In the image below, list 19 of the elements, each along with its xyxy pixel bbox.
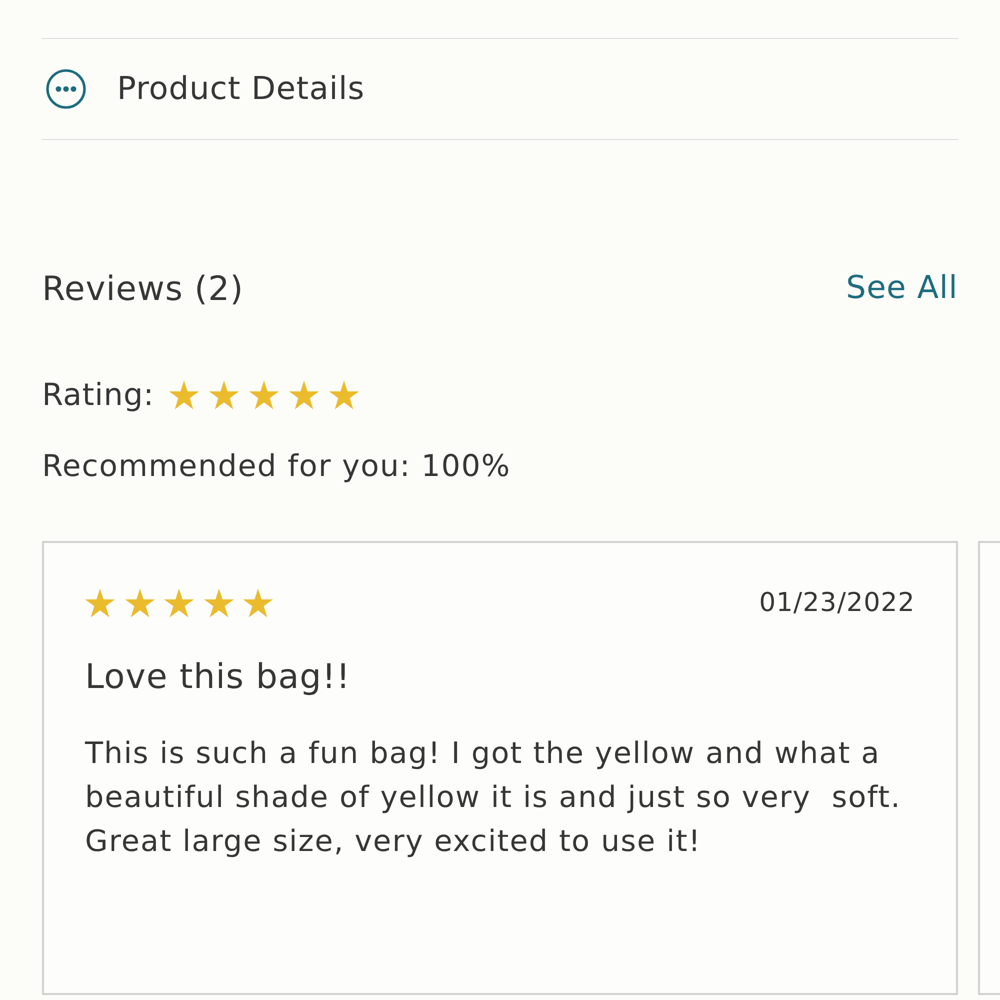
review-text: This is such a fun bag! I got the yellow and what a beautiful shade of yellow it is and just so very soft. Great large size, very excited to use it! bbox=[85, 735, 902, 860]
review-title: Love this bag!! bbox=[85, 657, 351, 697]
see-all-link[interactable]: See All bbox=[846, 270, 958, 306]
ellipsis-circle-icon bbox=[46, 69, 86, 109]
product-details-button[interactable]: Product Details bbox=[42, 39, 365, 139]
star-icon bbox=[249, 380, 280, 410]
reviews-heading: Reviews (2) bbox=[42, 268, 244, 308]
star-icon bbox=[209, 380, 240, 410]
star-icon bbox=[164, 588, 194, 618]
rating-label: Rating: bbox=[42, 378, 154, 412]
star-icon bbox=[289, 380, 320, 410]
star-icon bbox=[124, 588, 154, 618]
star-icon bbox=[169, 380, 200, 410]
star-icon bbox=[85, 588, 115, 618]
star-icon bbox=[243, 588, 273, 618]
star-icon bbox=[204, 588, 234, 618]
star-icon bbox=[329, 380, 360, 410]
review-date: 01/23/2022 bbox=[759, 588, 915, 618]
recommended-text: Recommended for you: 100% bbox=[42, 448, 511, 486]
